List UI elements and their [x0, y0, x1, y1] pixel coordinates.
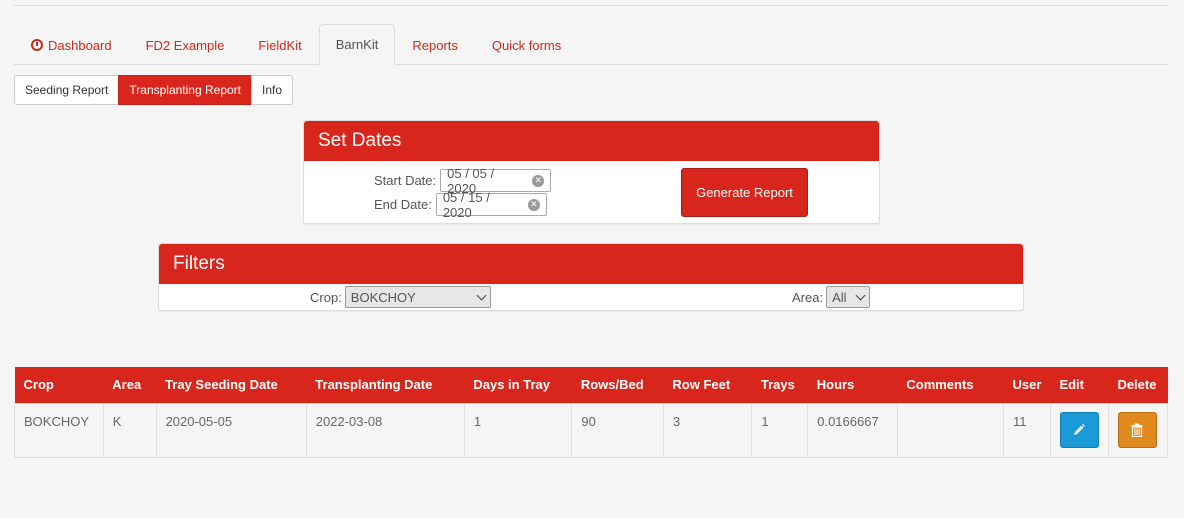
column-header: Hours — [807, 367, 898, 403]
tab-reports[interactable]: Reports — [395, 24, 475, 65]
cell-user: 11 — [1003, 402, 1051, 458]
dashboard-icon — [31, 39, 43, 51]
cell-comments — [896, 402, 1005, 458]
end-date-label: End Date: — [374, 197, 432, 212]
set-dates-title: Set Dates — [304, 121, 879, 161]
tab-label: BarnKit — [335, 37, 379, 52]
chevron-down-icon — [476, 290, 487, 300]
tab-label: FieldKit — [258, 37, 302, 53]
tab-fd2-example[interactable]: FD2 Example — [129, 24, 242, 65]
top-divider — [14, 5, 1168, 6]
edit-button[interactable] — [1059, 411, 1099, 448]
tab-barnkit[interactable]: BarnKit — [318, 24, 396, 65]
cell-tray-seeding-date: 2020-05-05 — [155, 402, 307, 458]
end-date-input[interactable]: 05 / 15 / 2020 ✕ — [435, 190, 547, 220]
column-header: Rows/Bed — [571, 367, 664, 403]
generate-report-button[interactable]: Generate Report — [681, 168, 808, 217]
area-select[interactable]: All — [826, 286, 871, 308]
column-header: Edit — [1050, 367, 1109, 403]
subtab-transplanting-report[interactable]: Transplanting Report — [118, 75, 253, 105]
filters-panel: Filters Crop: BOKCHOY Area: All — [158, 243, 1024, 311]
clear-start-date-icon[interactable]: ✕ — [532, 174, 545, 187]
tab-label: Reports — [412, 37, 458, 53]
cell-days-in-tray: 1 — [463, 402, 573, 458]
crop-label: Crop: — [310, 289, 342, 305]
filters-title: Filters — [159, 244, 1023, 284]
cell-trays: 1 — [751, 402, 809, 458]
column-header: Tray Seeding Date — [156, 367, 307, 403]
main-tabs: Dashboard FD2 Example FieldKit BarnKit R… — [14, 24, 1168, 65]
chevron-down-icon — [855, 290, 866, 300]
tab-label: Quick forms — [491, 37, 562, 53]
column-header: User — [1003, 367, 1051, 403]
cell-transplanting-date: 2022-03-08 — [305, 402, 465, 458]
area-label: Area: — [792, 289, 824, 305]
table-row: BOKCHOY K 2020-05-05 2022-03-08 1 90 3 1… — [14, 402, 1169, 458]
end-date-value: 05 / 15 / 2020 — [442, 189, 490, 220]
cell-delete — [1107, 402, 1169, 458]
area-select-value: All — [832, 289, 847, 305]
tab-label: FD2 Example — [145, 37, 225, 53]
subtab-seeding-report[interactable]: Seeding Report — [14, 75, 120, 105]
column-header: Delete — [1108, 367, 1168, 403]
column-header: Days in Tray — [464, 367, 572, 403]
cell-row-feet: 3 — [662, 402, 753, 458]
end-date-row: End Date: 05 / 15 / 2020 ✕ — [374, 190, 547, 220]
tab-fieldkit[interactable]: FieldKit — [241, 24, 318, 65]
crop-select-value: BOKCHOY — [350, 289, 416, 305]
column-header: Row Feet — [663, 367, 752, 403]
subtab-info[interactable]: Info — [251, 75, 294, 105]
table-header-row: Crop Area Tray Seeding Date Transplantin… — [14, 367, 1168, 403]
crop-filter: Crop: BOKCHOY — [310, 286, 491, 308]
trash-icon — [1131, 423, 1143, 437]
report-subtabs: Seeding Report Transplanting Report Info — [14, 75, 294, 105]
cell-area: K — [102, 402, 157, 458]
clear-end-date-icon[interactable]: ✕ — [528, 198, 540, 211]
tab-quick-forms[interactable]: Quick forms — [475, 24, 578, 65]
column-header: Trays — [751, 367, 808, 403]
set-dates-panel: Set Dates Start Date: 05 / 05 / 2020 ✕ E… — [303, 120, 880, 224]
transplanting-report-table: Crop Area Tray Seeding Date Transplantin… — [14, 367, 1169, 458]
tab-dashboard[interactable]: Dashboard — [14, 24, 129, 65]
column-header: Crop — [14, 367, 104, 403]
cell-edit — [1049, 402, 1109, 458]
column-header: Comments — [897, 367, 1004, 403]
tab-label: Dashboard — [48, 37, 112, 53]
column-header: Area — [103, 367, 157, 403]
crop-select[interactable]: BOKCHOY — [344, 286, 491, 308]
pencil-icon — [1074, 423, 1086, 435]
cell-crop: BOKCHOY — [14, 402, 104, 458]
start-date-label: Start Date: — [374, 173, 437, 188]
delete-button[interactable] — [1117, 411, 1157, 448]
area-filter: Area: All — [792, 286, 871, 308]
column-header: Transplanting Date — [306, 367, 465, 403]
cell-hours: 0.0166667 — [807, 402, 898, 458]
cell-rows-bed: 90 — [571, 402, 664, 458]
